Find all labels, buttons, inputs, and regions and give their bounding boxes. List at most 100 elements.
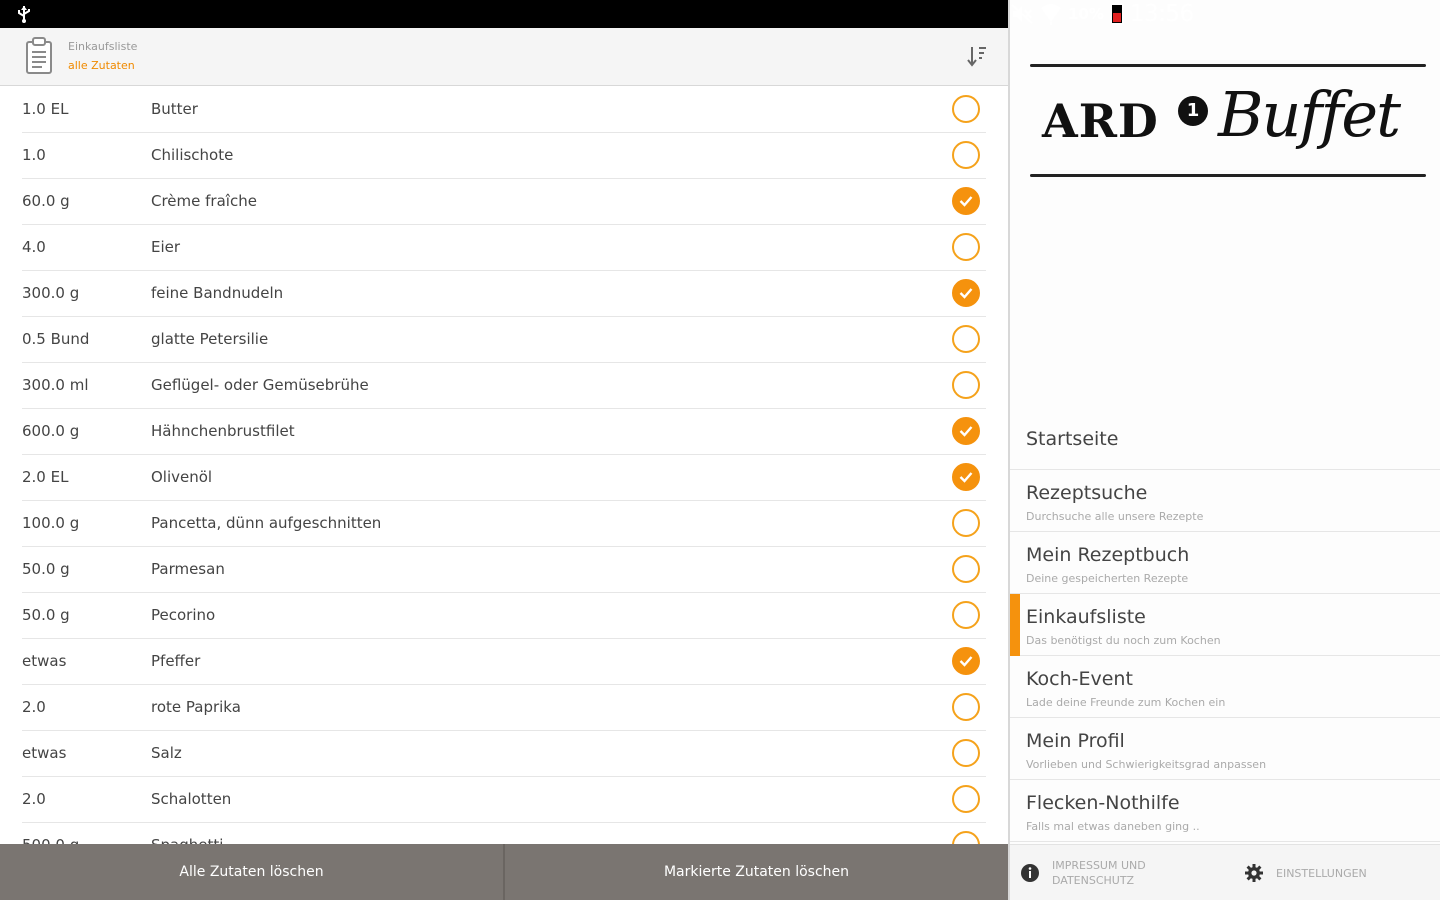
logo-buffet-text: Buffet — [1218, 78, 1401, 151]
unchecked-circle-icon[interactable] — [952, 785, 980, 813]
unchecked-circle-icon[interactable] — [952, 601, 980, 629]
ingredient-row[interactable]: etwas Pfeffer — [22, 639, 986, 685]
unchecked-circle-icon[interactable] — [952, 739, 980, 767]
drawer-item-koch-event[interactable]: Koch-Event Lade deine Freunde zum Kochen … — [1010, 656, 1440, 718]
ingredient-quantity: 2.0 — [22, 698, 46, 716]
ingredient-name: Eier — [151, 238, 181, 256]
drawer-footer: IMPRESSUM UND DATENSCHUTZ EINSTELLUNGEN — [1010, 844, 1440, 900]
ingredient-quantity: 2.0 EL — [22, 468, 69, 486]
checked-circle-icon[interactable] — [952, 279, 980, 307]
ingredient-name: Parmesan — [151, 560, 225, 578]
unchecked-circle-icon[interactable] — [952, 95, 980, 123]
unchecked-circle-icon[interactable] — [952, 141, 980, 169]
shopping-list-pane: Einkaufsliste alle Zutaten 1.0 EL Butter 1… — [0, 28, 1008, 900]
sort-icon[interactable] — [966, 44, 988, 68]
drawer-item-einkaufsliste[interactable]: Einkaufsliste Das benötigst du noch zum K… — [1010, 594, 1440, 656]
unchecked-circle-icon[interactable] — [952, 233, 980, 261]
ingredient-row[interactable]: 1.0 Chilischote — [22, 133, 986, 179]
checked-circle-icon[interactable] — [952, 647, 980, 675]
drawer-item-flecken-nothilfe[interactable]: Flecken-Nothilfe Falls mal etwas daneben … — [1010, 780, 1440, 842]
ingredient-quantity: 600.0 g — [22, 422, 80, 440]
ingredient-quantity: etwas — [22, 652, 67, 670]
drawer-item-label: Einkaufsliste — [1026, 606, 1146, 628]
active-indicator — [1010, 594, 1020, 656]
unchecked-circle-icon[interactable] — [952, 509, 980, 537]
drawer-item-mein-profil[interactable]: Mein Profil Vorlieben und Schwierigkeitsg… — [1010, 718, 1440, 780]
ingredient-quantity: 50.0 g — [22, 560, 70, 578]
logo-top-rule — [1030, 64, 1426, 67]
ingredient-name: Crème fraîche — [151, 192, 257, 210]
drawer-item-label: Flecken-Nothilfe — [1026, 792, 1180, 814]
ingredient-row[interactable]: 2.0 Schalotten — [22, 777, 986, 823]
drawer-item-label: Mein Profil — [1026, 730, 1125, 752]
navigation-drawer: ARD 1 Buffet Startseite Rezeptsuche Durchs… — [1008, 28, 1440, 900]
info-icon — [1021, 864, 1039, 882]
drawer-item-description: Deine gespeicherten Rezepte — [1026, 572, 1189, 585]
ingredient-quantity: 0.5 Bund — [22, 330, 90, 348]
ingredient-row[interactable]: 2.0 EL Olivenöl — [22, 455, 986, 501]
drawer-item-label: Rezeptsuche — [1026, 482, 1148, 504]
checked-circle-icon[interactable] — [952, 417, 980, 445]
status-bar: 10% 13:56 — [0, 0, 1440, 28]
ingredient-row[interactable]: 60.0 g Crème fraîche — [22, 179, 986, 225]
drawer-item-description: Vorlieben und Schwierigkeitsgrad anpasse… — [1026, 758, 1267, 771]
ingredient-quantity: 4.0 — [22, 238, 46, 256]
drawer-menu: Startseite Rezeptsuche Durchsuche alle uns… — [1010, 412, 1440, 842]
drawer-item-startseite[interactable]: Startseite — [1010, 412, 1440, 470]
ingredient-name: Olivenöl — [151, 468, 213, 486]
settings-link[interactable]: EINSTELLUNGEN — [1244, 845, 1386, 900]
unchecked-circle-icon[interactable] — [952, 693, 980, 721]
mute-icon — [1011, 4, 1033, 24]
ingredient-name: Schalotten — [151, 790, 232, 808]
ingredient-quantity: 500.0 g — [22, 823, 79, 844]
ingredient-row[interactable]: 500.0 g Spaghetti — [22, 823, 986, 844]
drawer-item-label: Mein Rezeptbuch — [1026, 544, 1190, 566]
ingredient-row[interactable]: 50.0 g Parmesan — [22, 547, 986, 593]
page-subtitle[interactable]: alle Zutaten — [68, 59, 135, 72]
usb-icon — [18, 6, 30, 23]
ingredient-quantity: 1.0 EL — [22, 100, 69, 118]
clipboard-icon[interactable] — [25, 37, 53, 75]
ingredient-row[interactable]: 300.0 g feine Bandnudeln — [22, 271, 986, 317]
ingredient-name: glatte Petersilie — [151, 330, 269, 348]
drawer-item-description: Lade deine Freunde zum Kochen ein — [1026, 696, 1226, 709]
gear-icon — [1245, 864, 1263, 882]
ingredient-row[interactable]: 0.5 Bund glatte Petersilie — [22, 317, 986, 363]
ingredient-row[interactable]: etwas Salz — [22, 731, 986, 777]
impressum-link[interactable]: IMPRESSUM UND DATENSCHUTZ — [1020, 845, 1162, 900]
ingredient-row[interactable]: 4.0 Eier — [22, 225, 986, 271]
unchecked-circle-icon[interactable] — [952, 371, 980, 399]
ingredient-name: Geflügel- oder Gemüsebrühe — [151, 376, 369, 394]
drawer-item-mein-rezeptbuch[interactable]: Mein Rezeptbuch Deine gespeicherten Rezep… — [1010, 532, 1440, 594]
ingredient-quantity: 100.0 g — [22, 514, 80, 532]
ingredient-row[interactable]: 300.0 ml Geflügel- oder Gemüsebrühe — [22, 363, 986, 409]
drawer-item-label: Koch-Event — [1026, 668, 1133, 690]
ingredient-quantity: 300.0 g — [22, 284, 80, 302]
wifi-icon — [1041, 4, 1061, 25]
checked-circle-icon[interactable] — [952, 187, 980, 215]
ingredient-quantity: 60.0 g — [22, 192, 70, 210]
drawer-item-rezeptsuche[interactable]: Rezeptsuche Durchsuche alle unsere Rezept… — [1010, 470, 1440, 532]
ard-buffet-logo: ARD 1 Buffet — [1030, 64, 1426, 182]
ingredient-row[interactable]: 100.0 g Pancetta, dünn aufgeschnitten — [22, 501, 986, 547]
ingredient-name: rote Paprika — [151, 698, 241, 716]
page-title: Einkaufsliste — [68, 40, 138, 53]
action-bar: Einkaufsliste alle Zutaten — [0, 28, 1008, 86]
ingredient-name: Pecorino — [151, 606, 216, 624]
delete-all-ingredients-button[interactable]: Alle Zutaten löschen — [0, 844, 503, 900]
drawer-item-description: Durchsuche alle unsere Rezepte — [1026, 510, 1204, 523]
unchecked-circle-icon[interactable] — [952, 555, 980, 583]
ingredient-row[interactable]: 2.0 rote Paprika — [22, 685, 986, 731]
logo-one-badge: 1 — [1178, 96, 1208, 126]
delete-marked-ingredients-button[interactable]: Markierte Zutaten löschen — [505, 844, 1008, 900]
ingredient-row[interactable]: 50.0 g Pecorino — [22, 593, 986, 639]
ingredient-row[interactable]: 1.0 EL Butter — [22, 87, 986, 133]
logo-bottom-rule — [1030, 174, 1426, 177]
ingredient-row[interactable]: 600.0 g Hähnchenbrustfilet — [22, 409, 986, 455]
unchecked-circle-icon[interactable] — [952, 325, 980, 353]
drawer-item-description: Das benötigst du noch zum Kochen — [1026, 634, 1221, 647]
ingredient-name: feine Bandnudeln — [151, 284, 284, 302]
checked-circle-icon[interactable] — [952, 463, 980, 491]
ingredient-name: Spaghetti — [151, 823, 223, 844]
unchecked-circle-icon[interactable] — [952, 831, 980, 844]
